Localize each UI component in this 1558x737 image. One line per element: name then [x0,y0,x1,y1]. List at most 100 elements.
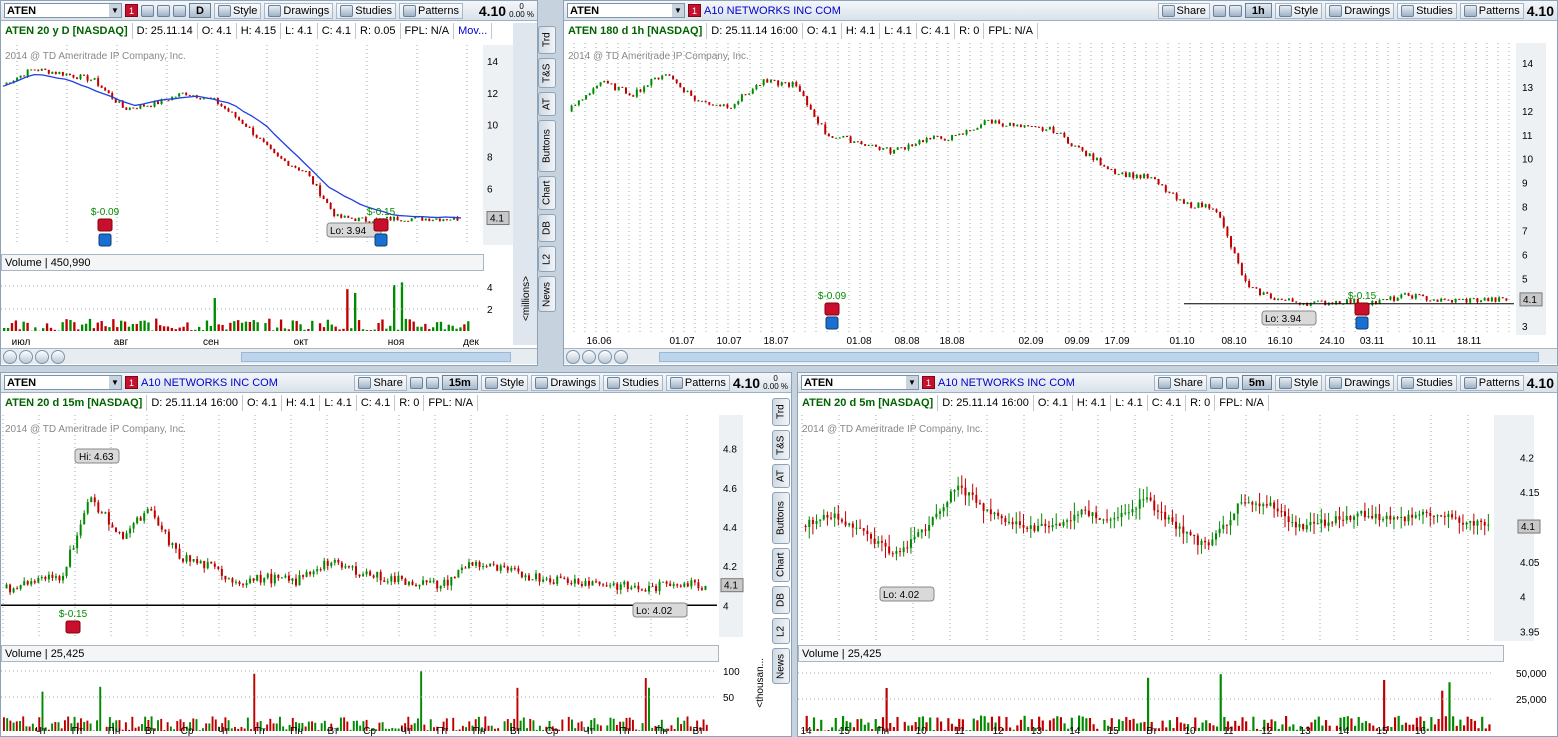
candle [1113,518,1116,520]
candle [639,89,642,92]
volume-bar [397,728,400,731]
side-tab-trd[interactable]: Trd [772,398,790,426]
candle [333,560,336,563]
side-tab-at[interactable]: AT [772,464,790,488]
volume-bar [932,729,935,731]
price-chart[interactable]: 4.8 4.6 4.4 4.2 4 4.1 Lo: 4.02 Hi: 4.63 $-0.15 10… [1,373,792,737]
candle [312,176,315,185]
earnings-label: $-0.15 [367,207,396,218]
cursor-icon[interactable] [51,349,65,364]
candle [733,104,736,108]
x-tick: 15 [1376,726,1388,737]
y-tick: 14 [1522,59,1534,70]
side-tab-buttons[interactable]: Buttons [538,120,556,172]
cursor-icon[interactable] [614,349,628,364]
candle [1005,125,1008,127]
candle [1284,299,1287,301]
scroll-thumb[interactable] [241,352,511,362]
volume-bar [1059,717,1063,731]
candle [1143,174,1146,179]
candle [1273,502,1276,509]
volume-bar [170,327,174,331]
volume-bar [1452,716,1455,731]
candle [1454,298,1457,303]
candle [118,101,121,103]
pan-icon[interactable] [566,349,580,364]
side-tab-news[interactable]: News [772,648,790,684]
volume-bar [323,720,326,731]
candle [730,107,733,109]
scrollbar[interactable] [1,348,537,364]
volume-bar [1216,726,1219,731]
volume-bar [244,321,248,331]
zoom-out-icon[interactable] [35,349,49,364]
candle [372,575,375,578]
price-chart[interactable]: 141312111098765434.1Lo: 3.94$-0.09$-0.15… [564,1,1558,366]
side-tab-at[interactable]: AT [538,92,556,116]
candle [873,538,876,544]
candle [605,585,608,587]
side-tab-l2[interactable]: L2 [538,246,556,272]
volume-bar [307,721,310,731]
side-tab-db[interactable]: DB [772,586,790,614]
candle [878,146,881,150]
candle [1472,520,1475,526]
candle [33,69,36,71]
price-chart[interactable]: 1412108644.1Lo: 3.94$-0.09$-0.1542июлавг… [1,1,538,366]
candle [882,148,885,150]
side-tab-tns[interactable]: T&S [538,58,556,88]
candle [686,583,689,587]
zoom-in-icon[interactable] [19,349,33,364]
side-tab-chart[interactable]: Chart [538,176,556,210]
candle [1367,515,1370,518]
volume-bar [322,327,326,331]
side-tab-buttons[interactable]: Buttons [772,492,790,544]
volume-bar [208,723,211,731]
candle [139,517,142,521]
chart-panel-daily: ATEN ▼ 1 D Style Drawings Studies Pattern… [0,0,538,366]
candle [93,78,96,80]
candle [1353,516,1355,520]
candle [1458,517,1461,523]
side-tab-db[interactable]: DB [538,214,556,242]
candle [1226,226,1229,237]
volume-bar [424,323,427,331]
x-tick: Чт [400,726,412,737]
pan-icon[interactable] [3,349,17,364]
candle [976,127,979,130]
side-tab-l2[interactable]: L2 [772,618,790,644]
zoom-out-icon[interactable] [598,349,612,364]
candle [86,502,89,514]
candle [206,561,209,569]
candle [1382,299,1385,301]
side-tab-trd[interactable]: Trd [538,26,556,54]
candle [294,578,297,586]
candle [340,562,343,568]
candle [1215,209,1218,212]
side-tab-chart[interactable]: Chart [772,548,790,582]
candle [1164,185,1167,192]
volume-bar [1132,718,1135,731]
scroll-thumb[interactable] [659,352,1539,362]
candle [584,581,587,586]
zoom-in-icon[interactable] [582,349,596,364]
candle [428,218,431,222]
candle [809,104,812,110]
candle [220,568,223,576]
price-chart[interactable]: 4.24.154.14.0543.954.1Lo: 4.0250,00025,0… [798,373,1558,737]
candle [954,134,957,136]
side-tab-news[interactable]: News [538,276,556,312]
scrollbar[interactable] [564,348,1557,364]
candle [37,69,40,71]
candle [1313,301,1316,303]
volume-bar [497,728,500,731]
candle [599,82,602,86]
side-tab-tns[interactable]: T&S [772,430,790,460]
volume-bar [1041,720,1044,731]
volume-bar [889,723,892,731]
volume-bar [1470,718,1473,731]
candle [1505,298,1508,301]
candle [835,137,838,139]
volume-bar [100,321,103,331]
volume-bar [638,730,641,731]
